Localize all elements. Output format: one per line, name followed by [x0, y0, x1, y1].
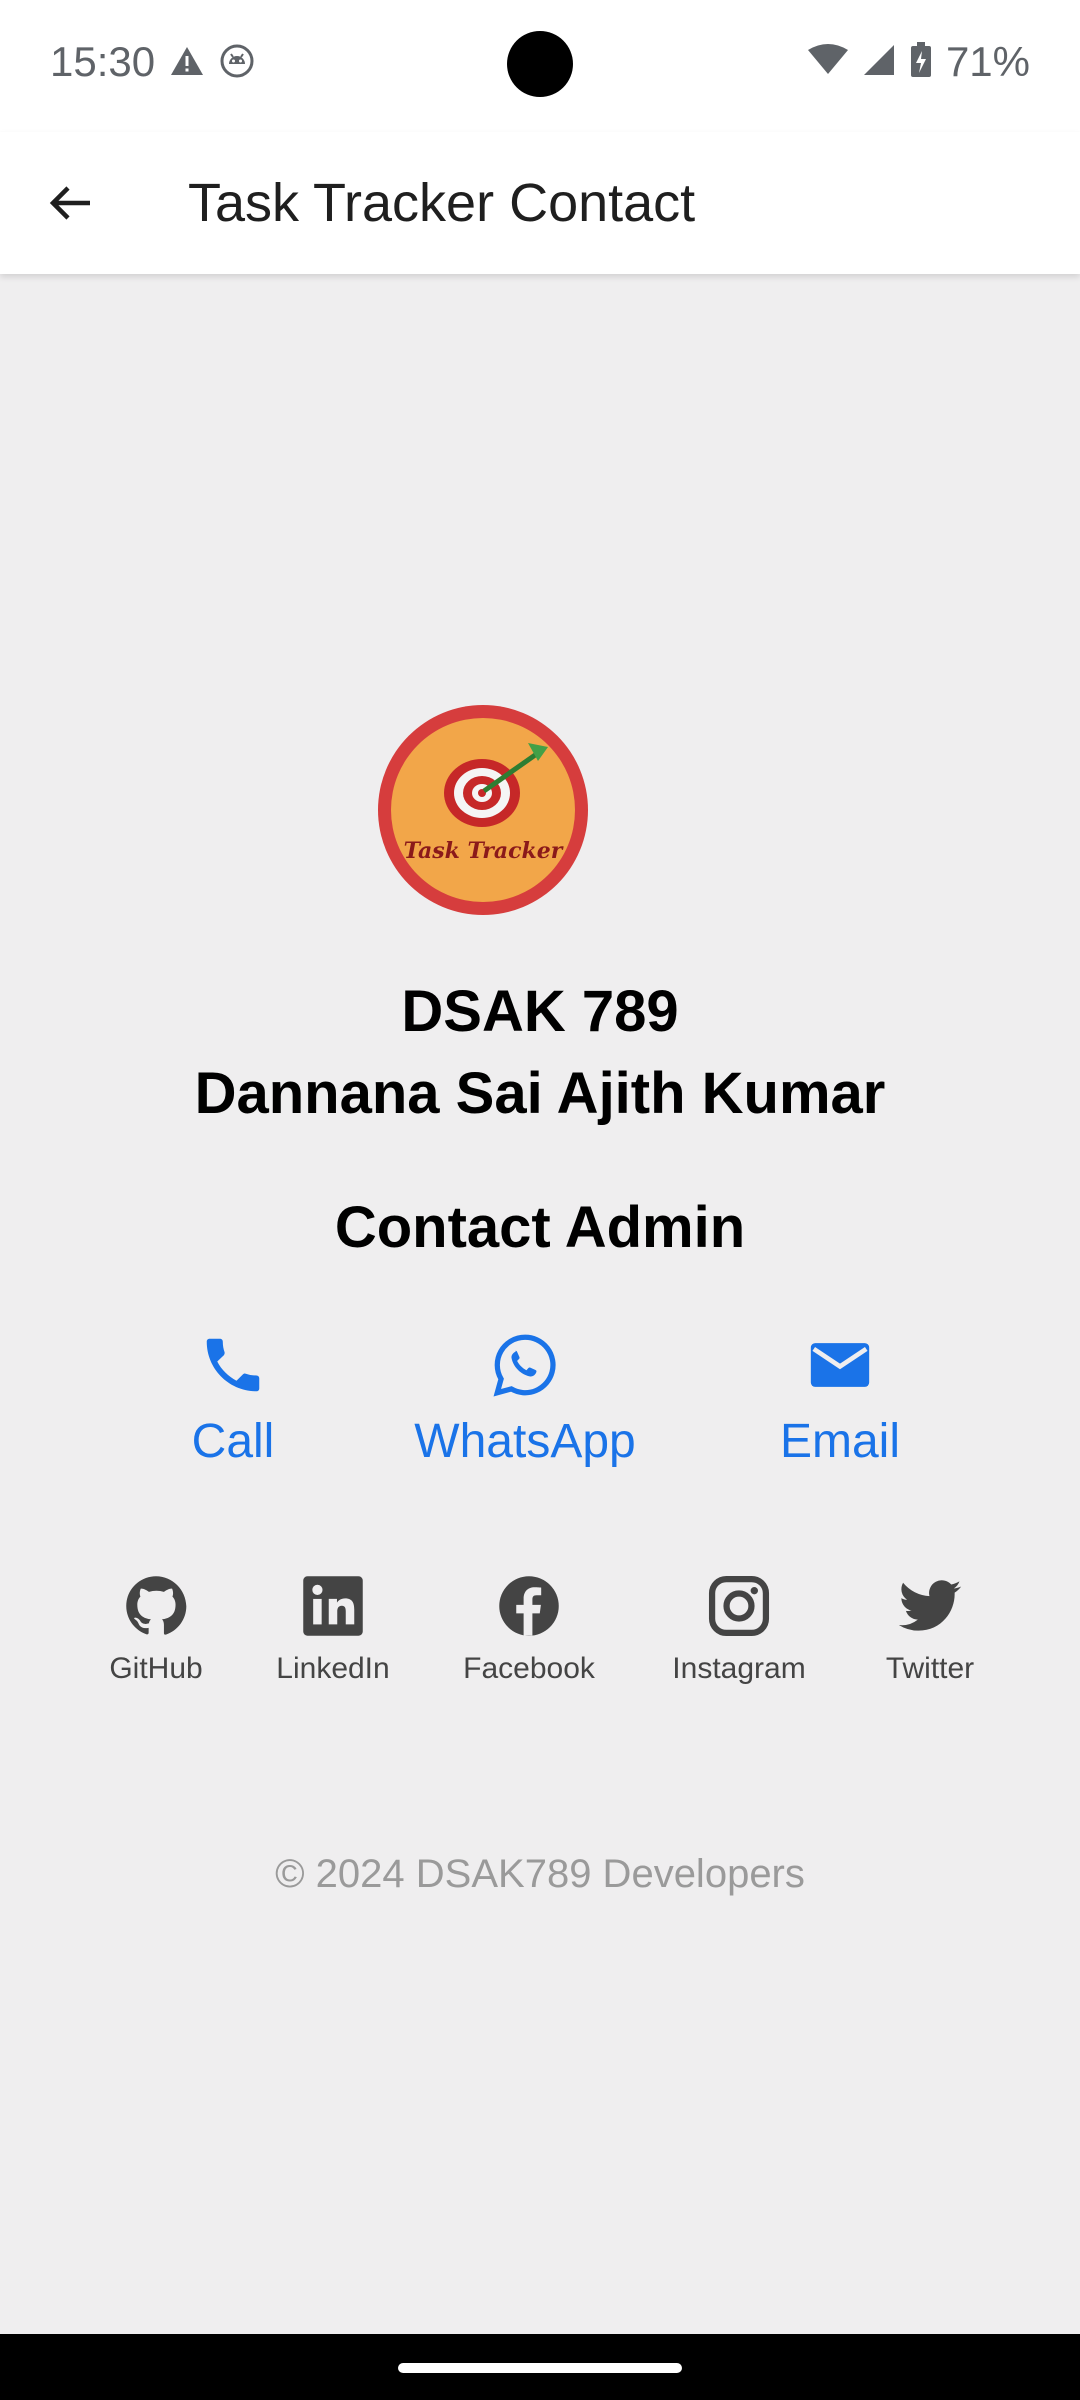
- call-label: Call: [191, 1415, 275, 1468]
- github-link[interactable]: GitHub: [96, 1572, 216, 1686]
- github-label: GitHub: [109, 1652, 203, 1685]
- home-gesture-handle[interactable]: [398, 2363, 682, 2373]
- app-bar: Task Tracker Contact: [0, 132, 1080, 274]
- contact-admin-heading: Contact Admin: [334, 1195, 746, 1260]
- admin-name: Dannana Sai Ajith Kumar: [194, 1061, 886, 1126]
- signal-icon: [862, 43, 896, 82]
- app-logo: Task Tracker: [378, 705, 588, 915]
- github-icon: [126, 1576, 187, 1635]
- task-tracker-logo-image: Task Tracker: [391, 718, 575, 902]
- camera-cutout: [507, 31, 573, 97]
- linkedin-label: LinkedIn: [276, 1652, 390, 1685]
- call-button[interactable]: Call: [183, 1330, 283, 1469]
- battery-charging-icon: [910, 41, 932, 83]
- admin-handle: DSAK 789: [401, 979, 679, 1044]
- wifi-icon: [807, 43, 848, 81]
- linkedin-link[interactable]: LinkedIn: [268, 1572, 398, 1686]
- email-button[interactable]: Email: [770, 1330, 910, 1469]
- facebook-icon: [499, 1576, 559, 1636]
- status-system-icons: 71%: [807, 38, 1030, 86]
- status-bar: 15:30 71%: [0, 0, 1080, 132]
- page-title: Task Tracker Contact: [188, 173, 696, 233]
- instagram-label: Instagram: [672, 1652, 806, 1685]
- status-notification-icons: [170, 44, 254, 83]
- android-icon: [220, 44, 254, 83]
- svg-text:Task Tracker: Task Tracker: [404, 838, 564, 864]
- phone-icon: [206, 1338, 260, 1392]
- facebook-label: Facebook: [463, 1652, 595, 1685]
- copyright-footer: © 2024 DSAK789 Developers: [275, 1852, 805, 1896]
- twitter-label: Twitter: [885, 1652, 975, 1685]
- arrow-back-icon: [49, 186, 90, 220]
- email-label: Email: [779, 1415, 901, 1468]
- whatsapp-label: WhatsApp: [414, 1415, 636, 1468]
- back-button[interactable]: [40, 173, 100, 233]
- instagram-link[interactable]: Instagram: [664, 1572, 814, 1686]
- twitter-link[interactable]: Twitter: [871, 1572, 989, 1686]
- battery-percentage: 71%: [945, 38, 1030, 85]
- linkedin-icon: [303, 1576, 363, 1636]
- facebook-link[interactable]: Facebook: [455, 1572, 603, 1686]
- warning-icon: [170, 45, 204, 82]
- email-icon: [810, 1343, 870, 1387]
- instagram-icon: [708, 1575, 770, 1637]
- twitter-icon: [898, 1580, 962, 1631]
- status-time: 15:30: [50, 38, 156, 85]
- whatsapp-icon: [493, 1334, 556, 1397]
- whatsapp-button[interactable]: WhatsApp: [405, 1330, 645, 1469]
